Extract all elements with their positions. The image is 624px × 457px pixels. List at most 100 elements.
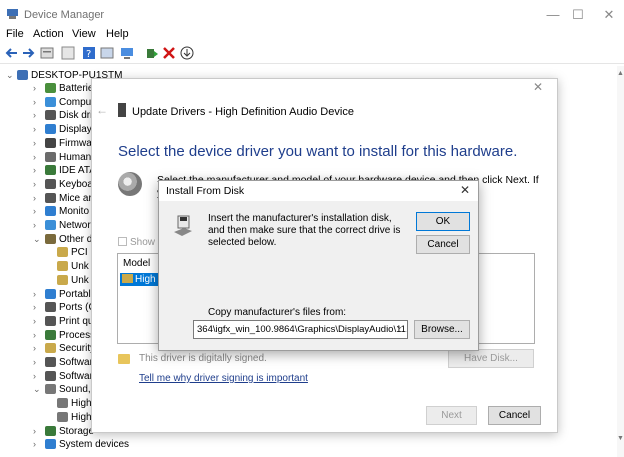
computer-icon — [17, 70, 28, 80]
device-category-icon — [45, 233, 56, 244]
next-button[interactable]: Next — [426, 406, 477, 425]
chevron-right-icon[interactable]: › — [33, 137, 41, 150]
chevron-right-icon[interactable]: › — [33, 123, 41, 136]
speaker-device-icon — [118, 103, 126, 117]
close-button[interactable]: ✕ — [594, 5, 624, 25]
properties-icon[interactable] — [40, 46, 54, 60]
tree-item-label: High — [71, 411, 92, 423]
back-arrow-icon[interactable] — [5, 46, 19, 60]
device-category-icon — [45, 165, 56, 176]
browse-button[interactable]: Browse... — [414, 320, 470, 339]
device-category-icon — [45, 370, 56, 381]
disk-icon — [118, 172, 142, 196]
device-category-icon — [45, 288, 56, 299]
chevron-right-icon[interactable]: › — [33, 425, 41, 438]
chevron-right-icon[interactable]: › — [33, 219, 41, 232]
device-category-icon — [45, 124, 56, 135]
have-disk-button[interactable]: Have Disk... — [448, 349, 534, 368]
monitor-icon[interactable] — [120, 46, 134, 60]
device-category-icon — [45, 206, 56, 217]
device-category-icon — [45, 110, 56, 121]
install-from-disk-cancel-button[interactable]: Cancel — [416, 235, 470, 254]
device-category-icon — [45, 343, 56, 354]
chevron-right-icon[interactable]: › — [33, 109, 41, 122]
chevron-down-icon[interactable]: ⌄ — [396, 322, 403, 331]
ok-button[interactable]: OK — [416, 212, 470, 231]
tree-item-label: Keyboa — [59, 178, 93, 190]
help-icon[interactable]: ? — [82, 46, 96, 60]
chevron-right-icon[interactable]: › — [33, 82, 41, 95]
tree-item-label: Human — [59, 151, 92, 163]
device-category-icon — [57, 274, 68, 285]
tree-item-label: Storage — [59, 425, 95, 437]
chevron-right-icon[interactable]: › — [33, 438, 41, 451]
scan-download-icon[interactable] — [180, 46, 194, 60]
tree-item-label: Networ — [59, 220, 91, 231]
device-category-icon — [45, 439, 56, 450]
device-category-icon — [45, 357, 56, 367]
tree-item-label: Softwar — [59, 370, 93, 382]
toolbar: ? — [0, 42, 624, 64]
uninstall-icon[interactable] — [162, 46, 176, 60]
wizard-cancel-button[interactable]: Cancel — [488, 406, 541, 425]
device-category-icon — [57, 247, 68, 258]
menu-file[interactable]: File — [6, 28, 24, 40]
tree-item-label: Firmwa — [59, 137, 92, 149]
tree-item-label: Softwar — [59, 357, 93, 368]
menu-help[interactable]: Help — [106, 28, 129, 40]
menu-bar: File Action View Help — [0, 25, 624, 43]
chevron-down-icon[interactable]: ⌄ — [33, 233, 41, 246]
install-from-disk-title: Install From Disk — [166, 185, 245, 197]
device-category-icon — [45, 315, 56, 326]
checkbox-icon[interactable] — [118, 237, 127, 246]
chevron-right-icon[interactable]: › — [33, 205, 41, 218]
chevron-right-icon[interactable]: › — [33, 301, 41, 314]
tree-item-label: Process — [59, 329, 96, 341]
view-icon[interactable] — [61, 46, 75, 60]
scroll-down-icon[interactable]: ▼ — [617, 435, 624, 442]
copy-files-path-combobox[interactable]: 364\igfx_win_100.9864\Graphics\DisplayAu… — [193, 320, 408, 339]
chevron-down-icon[interactable]: ⌄ — [33, 383, 41, 396]
tree-item-label: High — [71, 398, 92, 410]
install-from-disk-close-button[interactable]: ✕ — [460, 183, 470, 197]
update-driver-icon[interactable] — [145, 46, 159, 60]
maximize-button[interactable]: ☐ — [563, 5, 593, 25]
chevron-right-icon[interactable]: › — [33, 342, 41, 355]
menu-action[interactable]: Action — [33, 28, 64, 40]
tree-item-label: Other d — [59, 233, 93, 245]
svg-text:?: ? — [86, 49, 91, 60]
tree-item[interactable]: › System devices — [0, 438, 150, 451]
device-category-icon — [45, 220, 56, 230]
wizard-back-button[interactable]: ← — [96, 103, 108, 117]
device-category-icon — [45, 384, 56, 395]
chevron-right-icon[interactable]: › — [33, 192, 41, 205]
chevron-down-icon[interactable]: ⌄ — [6, 69, 14, 82]
scroll-up-icon[interactable]: ▲ — [617, 70, 624, 77]
wizard-heading: Select the device driver you want to ins… — [118, 143, 518, 160]
chevron-right-icon[interactable]: › — [33, 96, 41, 109]
install-from-disk-message: Insert the manufacturer's installation d… — [208, 213, 401, 248]
chevron-right-icon[interactable]: › — [33, 164, 41, 177]
chevron-right-icon[interactable]: › — [33, 315, 41, 328]
chevron-right-icon[interactable]: › — [33, 370, 41, 383]
grid-icon[interactable] — [100, 46, 114, 60]
tree-item-label: Print qu — [59, 315, 94, 327]
tree-item-label: Portabl — [59, 288, 91, 300]
model-column-header: Model — [123, 258, 151, 269]
forward-arrow-icon[interactable] — [21, 46, 35, 60]
vertical-scrollbar[interactable] — [617, 66, 624, 457]
tree-item-label: Batterie — [59, 83, 94, 94]
chevron-right-icon[interactable]: › — [33, 288, 41, 301]
wizard-close-button[interactable]: ✕ — [533, 80, 547, 94]
tree-item-label: Sound, — [59, 384, 91, 396]
tree-item-label: System devices — [59, 439, 130, 451]
chevron-right-icon[interactable]: › — [33, 151, 41, 164]
chevron-right-icon[interactable]: › — [33, 356, 41, 369]
chevron-right-icon[interactable]: › — [33, 178, 41, 191]
menu-view[interactable]: View — [72, 28, 96, 40]
signed-driver-icon — [118, 354, 130, 364]
device-category-icon — [45, 425, 56, 436]
chevron-right-icon[interactable]: › — [33, 329, 41, 342]
driver-signing-link[interactable]: Tell me why driver signing is important — [139, 373, 308, 384]
copy-files-label: Copy manufacturer's files from: — [208, 307, 347, 318]
